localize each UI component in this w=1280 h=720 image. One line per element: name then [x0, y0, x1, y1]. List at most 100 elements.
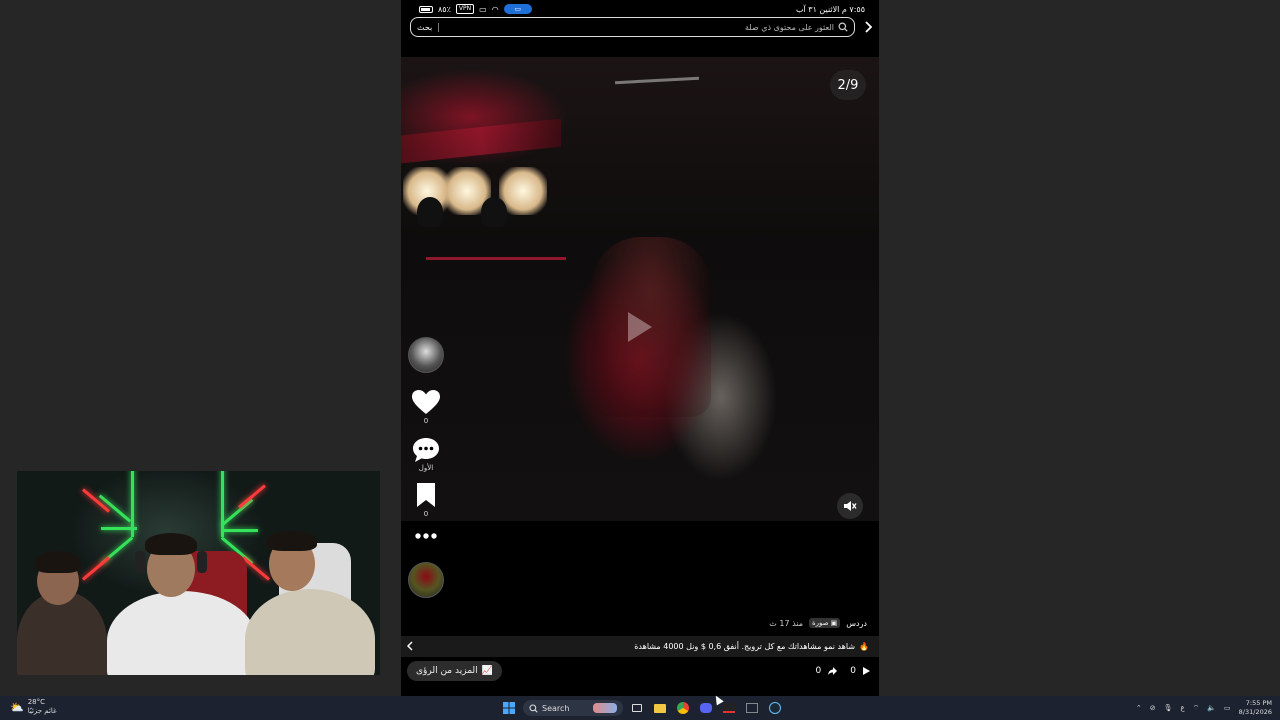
sound-disc-avatar[interactable]: [408, 562, 444, 598]
battery-icon: [419, 5, 433, 13]
search-button[interactable]: بحث: [417, 22, 440, 32]
headset-icon: [135, 551, 145, 573]
bookmark-icon: [417, 483, 435, 507]
save-count: 0: [423, 510, 429, 518]
neon-strip: [82, 556, 110, 581]
discord-icon[interactable]: [697, 699, 715, 717]
battery-icon[interactable]: ▭: [1224, 704, 1231, 712]
status-icons: ٨٥٪ VPN ▭ ◠ ▭: [419, 4, 532, 14]
search-icon: [838, 22, 848, 32]
chevron-left-icon[interactable]: [406, 640, 413, 653]
battery-level: ٨٥٪: [438, 4, 451, 14]
system-clock[interactable]: 7:55 PM 8/31/2026: [1239, 699, 1272, 717]
mute-button[interactable]: [837, 493, 863, 519]
desktop-screen: ٨٥٪ VPN ▭ ◠ ▭ ٧:٥٥ م الاثنين ٣١ آب بحث ا…: [0, 0, 1280, 720]
vpn-badge: VPN: [455, 4, 475, 14]
screen-record-icon: ▭: [503, 4, 532, 14]
search-field[interactable]: العثور على محتوى ذي صلة: [745, 22, 848, 32]
windows-start-icon[interactable]: [500, 699, 518, 717]
scene-red-light: [401, 118, 561, 164]
wifi-icon: ◠: [491, 4, 499, 14]
weather-desc: غائم جزئيًا: [27, 707, 57, 715]
phone-mirror-window: ٨٥٪ VPN ▭ ◠ ▭ ٧:٥٥ م الاثنين ٣١ آب بحث ا…: [401, 0, 879, 696]
media-type-label: صورة: [812, 619, 829, 627]
system-tray: ⌃ ⊘ 🎙 ع ⌔ 🔈 ▭ 7:55 PM 8/31/2026: [1136, 698, 1272, 718]
plays-count: 0: [850, 666, 856, 676]
screen-cast-icon: ▭: [479, 4, 487, 14]
volume-icon[interactable]: 🔈: [1207, 704, 1216, 712]
network-icon[interactable]: ⊘: [1150, 704, 1156, 712]
author-avatar[interactable]: [408, 337, 444, 373]
comment-label: الأول: [418, 464, 434, 472]
search-row: بحث العثور على محتوى ذي صلة: [410, 17, 875, 37]
search-input[interactable]: بحث العثور على محتوى ذي صلة: [410, 17, 855, 37]
clock-time: 7:55 PM: [1245, 699, 1272, 707]
more-options-button[interactable]: [414, 532, 438, 540]
promo-text: شاهد نمو مشاهداتك مع كل ترويج. أنفق 0,6 …: [634, 642, 856, 651]
play-count-icon: [863, 667, 870, 675]
search-icon: [529, 703, 538, 713]
image-icon: ▣: [830, 619, 838, 627]
more-dots-icon: [415, 533, 437, 539]
muted-speaker-icon: [844, 501, 857, 511]
post-meta: دردس ▣ صورة منذ 17 ث: [769, 618, 867, 628]
heart-icon: [412, 390, 440, 414]
scene-lamp-shade: [481, 197, 507, 227]
webcam-overlay: [17, 471, 380, 675]
promo-banner[interactable]: شاهد نمو مشاهداتك مع كل ترويج. أنفق 0,6 …: [401, 636, 879, 657]
search-placeholder: العثور على محتوى ذي صلة: [744, 22, 834, 32]
phone-status-bar: ٨٥٪ VPN ▭ ◠ ▭ ٧:٥٥ م الاثنين ٣١ آب: [401, 0, 879, 18]
save-action[interactable]: 0: [416, 482, 436, 518]
chart-icon: 📈: [481, 666, 493, 676]
clock-date: 8/31/2026: [1238, 708, 1272, 716]
post-time: منذ 17 ث: [769, 618, 803, 628]
task-view-icon[interactable]: [628, 699, 646, 717]
steam-icon[interactable]: [766, 699, 784, 717]
post-stats: 0 0: [816, 666, 873, 676]
weather-widget[interactable]: ⛅ 28°C غائم جزئيًا: [10, 698, 57, 716]
bottom-bar: المزيد من الرؤى 📈 0 0: [401, 657, 879, 685]
comment-bubble-icon: [413, 438, 439, 462]
post-category: دردس: [846, 618, 867, 628]
capture-app-icon[interactable]: [743, 699, 761, 717]
scene-ceiling-light: [614, 76, 700, 85]
more-insights-label: المزيد من الرؤى: [416, 666, 478, 676]
comment-action[interactable]: الأول: [412, 437, 440, 472]
person-hair: [145, 533, 197, 555]
taskbar-search-label: Search: [542, 703, 570, 713]
taskbar-apps: Search: [500, 698, 784, 718]
back-chevron-icon[interactable]: [861, 20, 875, 34]
wifi-icon[interactable]: ⌔: [1193, 704, 1200, 713]
neon-strip: [220, 498, 254, 527]
headset-icon: [197, 551, 207, 573]
taskbar-search-box[interactable]: Search: [523, 700, 623, 716]
neon-strip: [131, 471, 134, 537]
media-counter: 2/9: [830, 70, 866, 100]
file-explorer-icon[interactable]: [651, 699, 669, 717]
shares-count: 0: [815, 666, 822, 676]
chevron-up-icon[interactable]: ⌃: [1136, 704, 1142, 712]
person-right: [245, 589, 375, 675]
like-count: 0: [423, 417, 429, 425]
flame-icon: 🔥: [859, 642, 869, 651]
status-time-date: ٧:٥٥ م الاثنين ٣١ آب: [796, 4, 865, 14]
search-highlight-icon: [593, 703, 617, 713]
windows-taskbar: ⛅ 28°C غائم جزئيًا Search ⌃ ⊘ 🎙 ع ⌔ 🔈 ▭ …: [0, 696, 1280, 720]
keyboard-language[interactable]: ع: [1181, 704, 1185, 712]
person-hair: [267, 531, 317, 551]
promo-content: شاهد نمو مشاهداتك مع كل ترويج. أنفق 0,6 …: [634, 642, 869, 651]
neon-strip: [222, 529, 258, 532]
share-arrow-icon: [828, 667, 838, 675]
play-icon[interactable]: [628, 312, 652, 342]
microphone-icon[interactable]: 🎙: [1164, 704, 1173, 712]
video-player[interactable]: 2/9: [401, 57, 879, 521]
neon-strip: [221, 471, 224, 537]
media-type-badge: ▣ صورة: [809, 618, 841, 628]
action-column: 0 الأول 0: [408, 337, 444, 598]
partly-cloudy-icon: ⛅: [10, 700, 24, 714]
person-hair: [35, 551, 81, 573]
scene-red-rail: [426, 257, 566, 260]
like-action[interactable]: 0: [411, 389, 441, 425]
more-insights-button[interactable]: المزيد من الرؤى 📈: [407, 661, 502, 681]
chrome-icon[interactable]: [674, 699, 692, 717]
